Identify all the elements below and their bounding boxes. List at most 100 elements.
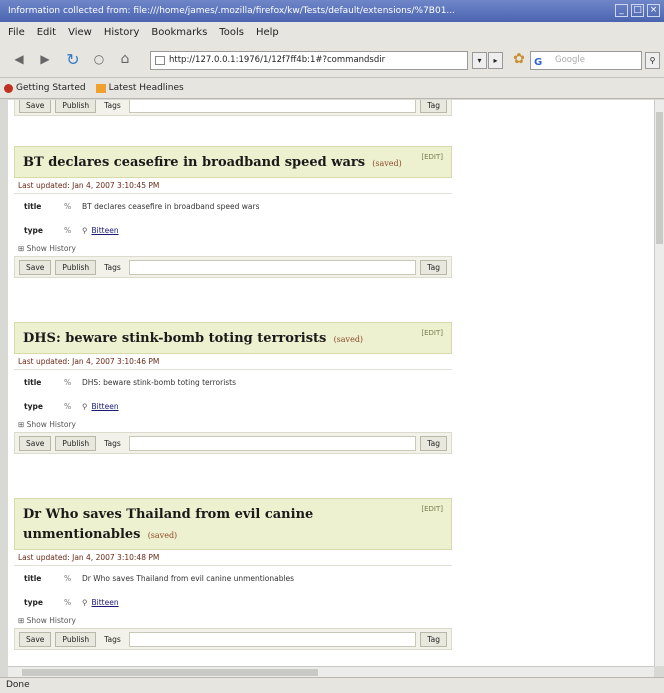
type-field-row: type % ⚲ Bitteen — [14, 394, 452, 418]
url-text: http://127.0.0.1:1976/1/12f7ff4b:1#?comm… — [169, 55, 386, 65]
status-text: Done — [6, 680, 30, 690]
magnifier-icon[interactable]: ⚲ — [82, 598, 88, 607]
navigation-toolbar: ◀ ▶ ↻ ○ ⌂ http://127.0.0.1:1976/1/12f7ff… — [0, 42, 664, 78]
menu-view[interactable]: View — [68, 27, 92, 38]
field-arrow: % — [64, 573, 72, 583]
search-go-icon[interactable]: ⚲ — [645, 52, 660, 69]
publish-button[interactable]: Publish — [55, 259, 97, 275]
tags-label: Tags — [104, 100, 121, 110]
publish-button[interactable]: Publish — [55, 435, 97, 451]
tag-button[interactable]: Tag — [420, 631, 447, 647]
publish-button[interactable]: Publish — [55, 631, 97, 647]
extension-icon[interactable]: ✿ — [508, 49, 530, 71]
tags-label: Tags — [104, 262, 121, 272]
horizontal-scrollbar[interactable] — [8, 666, 654, 677]
field-key: title — [24, 377, 42, 387]
field-arrow: % — [64, 597, 72, 607]
type-value-link[interactable]: Bitteen — [92, 226, 119, 235]
edit-link[interactable]: [EDIT] — [421, 329, 443, 337]
type-value-link[interactable]: Bitteen — [92, 598, 119, 607]
bookmark-latest-headlines[interactable]: Latest Headlines — [95, 83, 184, 93]
tags-input[interactable] — [128, 435, 417, 451]
menu-file[interactable]: File — [8, 27, 25, 38]
show-history-label: Show History — [26, 244, 76, 253]
title-field-row: title % BT declares ceasefire in broadba… — [14, 194, 452, 218]
show-history-toggle[interactable]: ⊞ Show History — [14, 242, 452, 256]
type-field-row: type % ⚲ Bitteen — [14, 590, 452, 614]
publish-button[interactable]: Publish — [55, 100, 97, 113]
save-button[interactable]: Save — [19, 631, 52, 647]
item-title-bar: Dr Who saves Thailand from evil canine u… — [14, 498, 452, 550]
edit-link[interactable]: [EDIT] — [421, 505, 443, 513]
item-action-bar: Save Publish Tags Tag — [14, 100, 452, 116]
save-button[interactable]: Save — [19, 435, 52, 451]
page-favicon-icon — [155, 56, 165, 65]
url-dropdown-icon[interactable]: ▾ — [472, 52, 487, 69]
tags-input[interactable] — [128, 631, 417, 647]
title-field-row: title % Dr Who saves Thailand from evil … — [14, 566, 452, 590]
forward-icon[interactable]: ▶ — [34, 49, 56, 71]
tag-button[interactable]: Tag — [420, 435, 447, 451]
field-arrow: % — [64, 401, 72, 411]
field-arrow: % — [64, 225, 72, 235]
tags-input[interactable] — [128, 100, 417, 113]
show-history-label: Show History — [26, 420, 76, 429]
save-button[interactable]: Save — [19, 259, 52, 275]
type-field-row: type % ⚲ Bitteen — [14, 218, 452, 242]
edit-link[interactable]: [EDIT] — [421, 153, 443, 161]
menu-tools[interactable]: Tools — [219, 27, 244, 38]
google-icon: G — [534, 57, 543, 68]
home-icon[interactable]: ⌂ — [114, 49, 136, 71]
menu-bookmarks[interactable]: Bookmarks — [151, 27, 207, 38]
bookmarks-toolbar: Getting Started Latest Headlines — [0, 78, 664, 99]
rss-icon — [95, 83, 106, 93]
tag-button[interactable]: Tag — [420, 100, 447, 113]
magnifier-icon[interactable]: ⚲ — [82, 402, 88, 411]
last-updated: Last updated: Jan 4, 2007 3:10:46 PM — [14, 354, 452, 370]
last-updated: Last updated: Jan 4, 2007 3:10:45 PM — [14, 178, 452, 194]
close-icon[interactable]: × — [647, 4, 660, 17]
url-bar[interactable]: http://127.0.0.1:1976/1/12f7ff4b:1#?comm… — [150, 51, 468, 70]
go-icon[interactable]: ▸ — [488, 52, 503, 69]
title-value: BT declares ceasefire in broadband speed… — [82, 201, 260, 211]
menu-edit[interactable]: Edit — [37, 27, 56, 38]
firefox-icon — [4, 83, 13, 93]
menu-history[interactable]: History — [104, 27, 140, 38]
item-title: DHS: beware stink-bomb toting terrorists — [23, 331, 327, 346]
field-key: title — [24, 201, 42, 211]
bookmark-getting-started[interactable]: Getting Started — [4, 83, 86, 93]
reload-icon[interactable]: ↻ — [62, 49, 84, 71]
previous-item-card: Save Publish Tags Tag — [14, 100, 452, 116]
vertical-scrollbar[interactable] — [654, 100, 664, 666]
maximize-icon[interactable]: □ — [631, 4, 644, 17]
item-title-bar: BT declares ceasefire in broadband speed… — [14, 146, 452, 178]
menu-help[interactable]: Help — [256, 27, 279, 38]
menu-bar: File Edit View History Bookmarks Tools H… — [0, 22, 664, 42]
magnifier-icon[interactable]: ⚲ — [82, 226, 88, 235]
search-input[interactable]: G Google — [530, 51, 642, 70]
field-arrow: % — [64, 377, 72, 387]
item-card: Dr Who saves Thailand from evil canine u… — [14, 498, 452, 650]
show-history-toggle[interactable]: ⊞ Show History — [14, 418, 452, 432]
back-icon[interactable]: ◀ — [8, 49, 30, 71]
item-action-bar: Save Publish Tags Tag — [14, 432, 452, 454]
saved-label: (saved) — [372, 159, 402, 168]
field-key: type — [24, 597, 43, 607]
bookmark-label: Getting Started — [16, 83, 86, 93]
type-value-link[interactable]: Bitteen — [92, 402, 119, 411]
save-button[interactable]: Save — [19, 100, 52, 113]
title-value: Dr Who saves Thailand from evil canine u… — [82, 573, 295, 583]
vertical-scroll-thumb[interactable] — [656, 112, 663, 244]
stop-icon[interactable]: ○ — [88, 49, 110, 71]
field-arrow: % — [64, 201, 72, 211]
saved-label: (saved) — [333, 335, 364, 344]
tag-button[interactable]: Tag — [420, 259, 447, 275]
show-history-toggle[interactable]: ⊞ Show History — [14, 614, 452, 628]
window-title: Information collected from: file:///home… — [8, 6, 456, 16]
tags-input[interactable] — [128, 259, 417, 275]
bookmark-label: Latest Headlines — [108, 83, 184, 93]
page-viewport: Save Publish Tags Tag BT declares ceasef… — [8, 100, 654, 666]
minimize-icon[interactable]: _ — [615, 4, 628, 17]
last-updated: Last updated: Jan 4, 2007 3:10:48 PM — [14, 550, 452, 566]
horizontal-scroll-thumb[interactable] — [22, 669, 318, 676]
